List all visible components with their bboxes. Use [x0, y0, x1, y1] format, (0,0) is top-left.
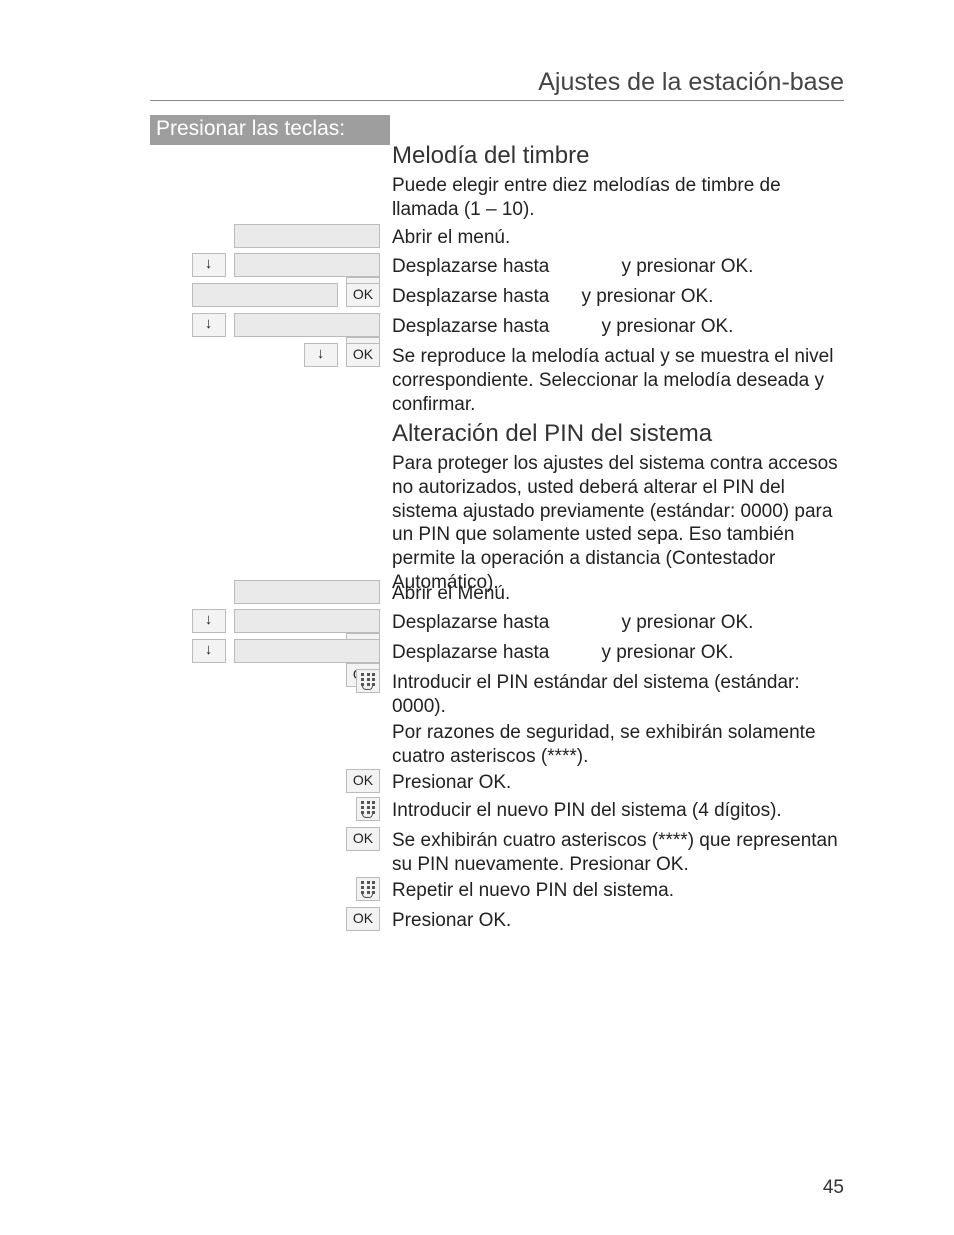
sidebar-head: Presionar las teclas:: [150, 115, 390, 145]
s2-r4: Introducir el PIN estándar del sistema (…: [392, 672, 800, 717]
page-number: 45: [823, 1177, 844, 1199]
section1-title: Melodía del timbre: [392, 142, 844, 170]
down-arrow-icon: ↓: [192, 639, 226, 663]
key-row: OK: [150, 907, 380, 931]
s1-r5: Se reproduce la melodía actual y se mues…: [392, 346, 833, 415]
header-title: Ajustes de la estación-base: [538, 68, 844, 97]
header-rule: [150, 100, 844, 101]
ok-key: OK: [346, 283, 380, 307]
menu-key: [192, 283, 338, 307]
key-row: ↓ OK: [150, 343, 380, 367]
menu-key: [234, 253, 380, 277]
s2-r2b: y presionar OK.: [621, 612, 753, 633]
s1-r2a: Desplazarse hasta: [392, 255, 617, 279]
menu-key: [234, 609, 380, 633]
s1-r4a: Desplazarse hasta: [392, 315, 597, 339]
s1-r3a: Desplazarse hasta: [392, 285, 577, 309]
ok-key: OK: [346, 827, 380, 851]
keypad-icon: [356, 797, 380, 821]
section2-title: Alteración del PIN del sistema: [392, 420, 844, 448]
key-row: [150, 877, 380, 901]
menu-key: [234, 639, 380, 663]
menu-key: [234, 580, 380, 604]
menu-key: [234, 224, 380, 248]
down-arrow-icon: ↓: [192, 609, 226, 633]
key-row: OK: [150, 827, 380, 851]
key-row: [150, 669, 380, 693]
s2-r3a: Desplazarse hasta: [392, 641, 597, 665]
s2-r7: Introducir el nuevo PIN del sistema (4 d…: [392, 800, 782, 821]
s2-r10: Presionar OK.: [392, 910, 511, 931]
s1-r3b: y presionar OK.: [581, 286, 713, 307]
s2-r6: Presionar OK.: [392, 772, 511, 793]
menu-key: [234, 313, 380, 337]
s2-r3b: y presionar OK.: [601, 642, 733, 663]
keypad-icon: [356, 669, 380, 693]
key-row: [150, 797, 380, 821]
key-row: [150, 224, 380, 248]
down-arrow-icon: ↓: [192, 313, 226, 337]
s1-r1: Abrir el menú.: [392, 227, 510, 248]
section1-intro: Puede elegir entre diez melodías de timb…: [392, 174, 844, 222]
down-arrow-icon: ↓: [192, 253, 226, 277]
s2-r5: Por razones de seguridad, se exhibirán s…: [392, 722, 816, 767]
key-row: OK: [150, 283, 380, 307]
s2-r2a: Desplazarse hasta: [392, 611, 617, 635]
s2-r9: Repetir el nuevo PIN del sistema.: [392, 880, 674, 901]
ok-key: OK: [346, 343, 380, 367]
s1-r4b: y presionar OK.: [601, 316, 733, 337]
s2-r1: Abrir el Menú.: [392, 583, 510, 604]
key-row: OK: [150, 769, 380, 793]
keypad-icon: [356, 877, 380, 901]
s2-r8: Se exhibirán cuatro asteriscos (****) qu…: [392, 830, 838, 875]
ok-key: OK: [346, 769, 380, 793]
key-row: [150, 580, 380, 604]
ok-key: OK: [346, 907, 380, 931]
down-arrow-icon: ↓: [304, 343, 338, 367]
section2-intro: Para proteger los ajustes del sistema co…: [392, 452, 844, 595]
s1-r2b: y presionar OK.: [621, 256, 753, 277]
